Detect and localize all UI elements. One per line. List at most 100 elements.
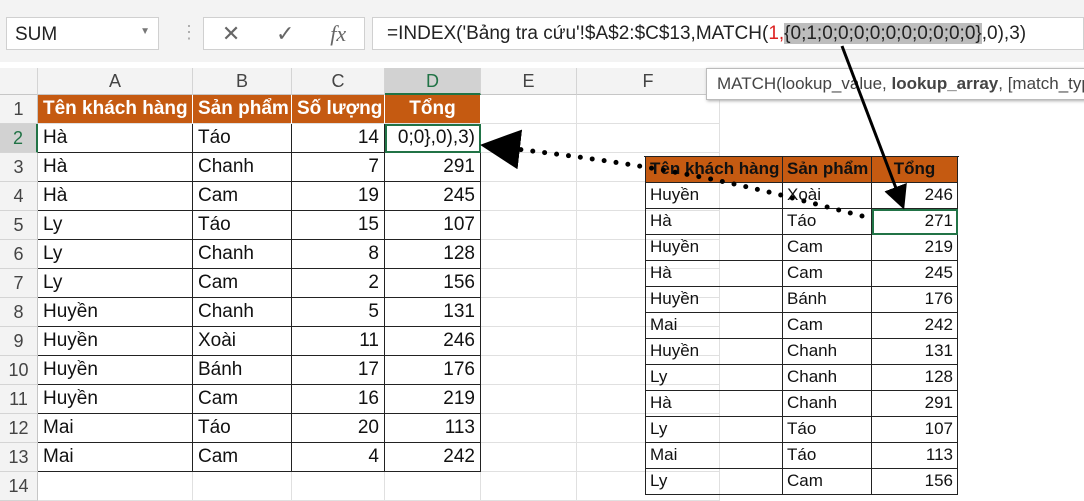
cell[interactable]	[481, 211, 577, 240]
table-cell[interactable]: 4	[292, 443, 385, 472]
row-header-10[interactable]: 10	[0, 356, 38, 385]
row-header-4[interactable]: 4	[0, 182, 38, 211]
row-header-11[interactable]: 11	[0, 385, 38, 414]
lookup-table-cell[interactable]: Huyền	[645, 183, 783, 209]
cell[interactable]	[292, 472, 385, 501]
table-cell[interactable]: 219	[385, 385, 481, 414]
row-header-2[interactable]: 2	[0, 124, 38, 153]
selected-cell[interactable]: 271	[872, 209, 958, 235]
insert-function-icon[interactable]: fx	[330, 21, 346, 47]
chevron-down-icon[interactable]: ▼	[140, 26, 150, 37]
lookup-table-cell[interactable]: Cam	[783, 235, 872, 261]
table-cell[interactable]: Hà	[38, 153, 193, 182]
row-header-13[interactable]: 13	[0, 443, 38, 472]
table-cell[interactable]: 19	[292, 182, 385, 211]
lookup-table-cell[interactable]: Chanh	[783, 339, 872, 365]
table-cell[interactable]: Cam	[193, 182, 292, 211]
lookup-table-cell[interactable]: 131	[872, 339, 958, 365]
cell[interactable]	[481, 385, 577, 414]
row-header-12[interactable]: 12	[0, 414, 38, 443]
row-header-6[interactable]: 6	[0, 240, 38, 269]
table-cell[interactable]: Ly	[38, 240, 193, 269]
cell[interactable]	[481, 153, 577, 182]
table-cell[interactable]: 17	[292, 356, 385, 385]
table-cell[interactable]: Bánh	[193, 356, 292, 385]
lookup-table-cell[interactable]: 245	[872, 261, 958, 287]
table-cell[interactable]: 176	[385, 356, 481, 385]
lookup-table-cell[interactable]: 242	[872, 313, 958, 339]
lookup-table-cell[interactable]: Cam	[783, 261, 872, 287]
table-cell[interactable]: Ly	[38, 269, 193, 298]
table-cell[interactable]: 8	[292, 240, 385, 269]
lookup-table-header[interactable]: Tổng	[872, 157, 958, 183]
cell[interactable]	[481, 472, 577, 501]
lookup-table-cell[interactable]: Táo	[783, 209, 872, 235]
table-cell[interactable]: Táo	[193, 211, 292, 240]
cell[interactable]	[481, 182, 577, 211]
table-cell[interactable]: 107	[385, 211, 481, 240]
table-cell[interactable]: 5	[292, 298, 385, 327]
table-cell[interactable]: 16	[292, 385, 385, 414]
lookup-table-cell[interactable]: Chanh	[783, 365, 872, 391]
lookup-table-cell[interactable]: 156	[872, 469, 958, 495]
cell[interactable]	[481, 327, 577, 356]
cell[interactable]	[481, 240, 577, 269]
table-cell[interactable]: Mai	[38, 443, 193, 472]
row-header-3[interactable]: 3	[0, 153, 38, 182]
cell[interactable]	[577, 124, 720, 153]
lookup-table-cell[interactable]: Cam	[783, 313, 872, 339]
table-cell[interactable]: Chanh	[193, 240, 292, 269]
lookup-table-header[interactable]: Tên khách hàng	[645, 157, 783, 183]
table-cell[interactable]: Huyền	[38, 385, 193, 414]
table-cell[interactable]: Hà	[38, 182, 193, 211]
table-cell[interactable]: 14	[292, 124, 385, 153]
table-header-cell[interactable]: Số lượng	[292, 95, 385, 124]
name-box[interactable]: SUM ▼	[6, 17, 159, 50]
lookup-table-cell[interactable]: Huyền	[645, 235, 783, 261]
table-header-cell[interactable]: Tên khách hàng	[38, 95, 193, 124]
table-cell[interactable]: Chanh	[193, 298, 292, 327]
lookup-table-cell[interactable]: Hà	[645, 261, 783, 287]
table-cell[interactable]: Chanh	[193, 153, 292, 182]
lookup-table-cell[interactable]: Mai	[645, 313, 783, 339]
table-cell[interactable]: 242	[385, 443, 481, 472]
table-cell[interactable]: 245	[385, 182, 481, 211]
table-cell[interactable]: 11	[292, 327, 385, 356]
table-cell[interactable]: 2	[292, 269, 385, 298]
lookup-table-cell[interactable]: Táo	[783, 443, 872, 469]
table-cell[interactable]: 291	[385, 153, 481, 182]
table-cell[interactable]: Huyền	[38, 298, 193, 327]
cell[interactable]	[481, 298, 577, 327]
lookup-table-cell[interactable]: Mai	[645, 443, 783, 469]
row-header-5[interactable]: 5	[0, 211, 38, 240]
table-cell[interactable]: Táo	[193, 124, 292, 153]
row-header-9[interactable]: 9	[0, 327, 38, 356]
table-cell[interactable]: Huyền	[38, 356, 193, 385]
table-header-cell[interactable]: Tổng	[385, 95, 481, 124]
drag-handle[interactable]: ⋮	[180, 22, 198, 43]
cell[interactable]	[38, 472, 193, 501]
table-cell[interactable]: Ly	[38, 211, 193, 240]
column-header-b[interactable]: B	[193, 68, 292, 95]
column-header-f[interactable]: F	[577, 68, 720, 95]
column-header-a[interactable]: A	[38, 68, 193, 95]
cell[interactable]	[577, 95, 720, 124]
table-cell[interactable]: 113	[385, 414, 481, 443]
table-cell[interactable]: 246	[385, 327, 481, 356]
lookup-table-cell[interactable]: 107	[872, 417, 958, 443]
lookup-table-cell[interactable]: Huyền	[645, 339, 783, 365]
lookup-table-cell[interactable]: Huyền	[645, 287, 783, 313]
lookup-table-cell[interactable]: 113	[872, 443, 958, 469]
select-all-corner[interactable]	[0, 68, 38, 95]
row-header-1[interactable]: 1	[0, 95, 38, 124]
lookup-table-cell[interactable]: Chanh	[783, 391, 872, 417]
lookup-table-cell[interactable]: Cam	[783, 469, 872, 495]
column-header-d[interactable]: D	[385, 68, 481, 95]
lookup-table-cell[interactable]: 246	[872, 183, 958, 209]
table-cell[interactable]: Xoài	[193, 327, 292, 356]
row-header-8[interactable]: 8	[0, 298, 38, 327]
lookup-table-cell[interactable]: Ly	[645, 469, 783, 495]
cell[interactable]	[385, 472, 481, 501]
cancel-icon[interactable]: ✕	[222, 21, 240, 47]
lookup-table-cell[interactable]: Táo	[783, 417, 872, 443]
